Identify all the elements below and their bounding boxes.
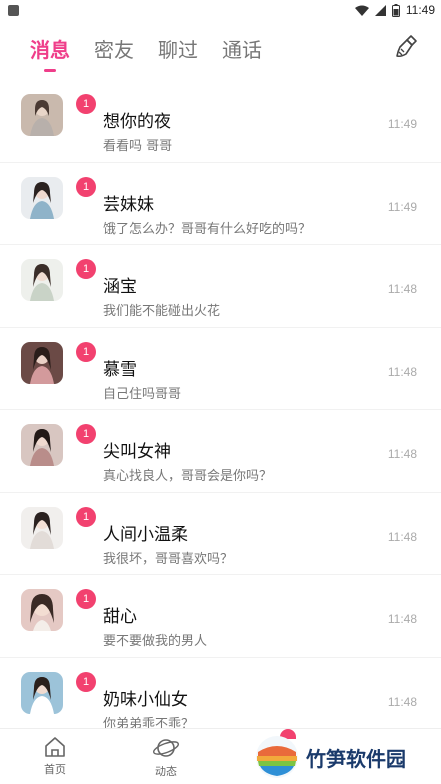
watermark-text: 竹笋软件园 <box>306 746 406 771</box>
contact-name: 人间小温柔 <box>103 524 188 545</box>
status-bar: 11:49 <box>0 0 441 20</box>
message-preview: 我很坏，哥哥喜欢吗？ <box>103 551 234 567</box>
signal-icon <box>374 4 386 16</box>
message-item[interactable]: 1 涵宝 我们能不能碰出火花 11:48 <box>0 245 441 328</box>
message-time: 11:49 <box>387 199 417 214</box>
unread-badge: 1 <box>76 259 96 279</box>
broom-clean-icon[interactable] <box>393 32 423 62</box>
avatar[interactable] <box>21 424 63 466</box>
message-time: 11:48 <box>387 447 417 461</box>
message-preview: 自己住吗哥哥 <box>103 386 182 402</box>
unread-badge: 1 <box>76 176 96 197</box>
message-time: 11:49 <box>387 117 417 131</box>
top-tabs: 消息 密友 聊过 通话 <box>0 24 441 72</box>
status-right: 11:49 <box>354 3 435 17</box>
unread-badge: 1 <box>76 671 96 692</box>
avatar[interactable] <box>21 176 63 219</box>
tab-messages[interactable]: 消息 <box>30 34 70 72</box>
message-time: 11:48 <box>387 282 417 296</box>
avatar[interactable] <box>21 589 63 631</box>
message-item[interactable]: 1 人间小温柔 我很坏，哥哥喜欢吗？ 11:48 <box>0 493 441 575</box>
message-preview: 饿了怎么办？哥哥有什么好吃的吗？ <box>103 221 312 237</box>
avatar[interactable] <box>21 259 63 301</box>
contact-name: 芸妹妹 <box>103 194 154 215</box>
avatar[interactable] <box>21 341 63 384</box>
message-list: 1 想你的夜 看看吗 哥哥 11:49 1 芸妹妹 饿了怎么办？哥哥有什么好吃的… <box>0 80 441 740</box>
message-time: 11:48 <box>387 612 417 626</box>
wifi-icon <box>354 5 369 16</box>
home-icon <box>45 737 65 757</box>
tab-chatted[interactable]: 聊过 <box>158 34 198 63</box>
nav-dynamic[interactable]: 动态 <box>136 735 196 779</box>
bamboo-logo-icon <box>256 736 298 778</box>
avatar[interactable] <box>21 506 63 549</box>
message-preview: 看看吗 哥哥 <box>103 139 173 154</box>
message-preview: 真心找良人，哥哥会是你吗？ <box>103 469 273 484</box>
nav-home[interactable]: 首页 <box>25 735 85 777</box>
avatar[interactable] <box>21 671 63 714</box>
watermark: 竹笋软件园 <box>254 730 441 784</box>
unread-badge: 1 <box>76 424 96 444</box>
tab-calls[interactable]: 通话 <box>222 34 262 63</box>
message-time: 11:48 <box>387 529 417 544</box>
message-item[interactable]: 1 甜心 要不要做我的男人 11:48 <box>0 575 441 658</box>
unread-badge: 1 <box>76 589 96 609</box>
nav-home-label: 首页 <box>44 763 66 776</box>
unread-badge: 1 <box>76 94 96 114</box>
contact-name: 甜心 <box>103 607 137 627</box>
message-item[interactable]: 1 慕雪 自己住吗哥哥 11:48 <box>0 328 441 410</box>
contact-name: 涵宝 <box>103 277 137 297</box>
contact-name: 想你的夜 <box>103 112 171 132</box>
avatar[interactable] <box>21 94 63 136</box>
tab-close-friends[interactable]: 密友 <box>94 34 134 63</box>
message-item[interactable]: 1 想你的夜 看看吗 哥哥 11:49 <box>0 80 441 163</box>
message-item[interactable]: 1 芸妹妹 饿了怎么办？哥哥有什么好吃的吗？ 11:49 <box>0 163 441 245</box>
contact-name: 奶味小仙女 <box>103 689 188 710</box>
message-preview: 要不要做我的男人 <box>103 634 208 649</box>
battery-icon <box>391 3 400 17</box>
contact-name: 慕雪 <box>103 359 137 380</box>
unread-badge: 1 <box>76 341 96 362</box>
unread-badge: 1 <box>76 506 96 527</box>
message-time: 11:48 <box>387 694 417 709</box>
message-time: 11:48 <box>387 364 417 379</box>
notification-icon <box>8 4 19 16</box>
contact-name: 尖叫女神 <box>103 442 171 462</box>
planet-icon <box>152 739 180 757</box>
status-time: 11:49 <box>405 3 435 17</box>
message-item[interactable]: 1 尖叫女神 真心找良人，哥哥会是你吗？ 11:48 <box>0 410 441 493</box>
nav-dynamic-label: 动态 <box>155 765 177 778</box>
message-preview: 我们能不能碰出火花 <box>103 304 221 319</box>
